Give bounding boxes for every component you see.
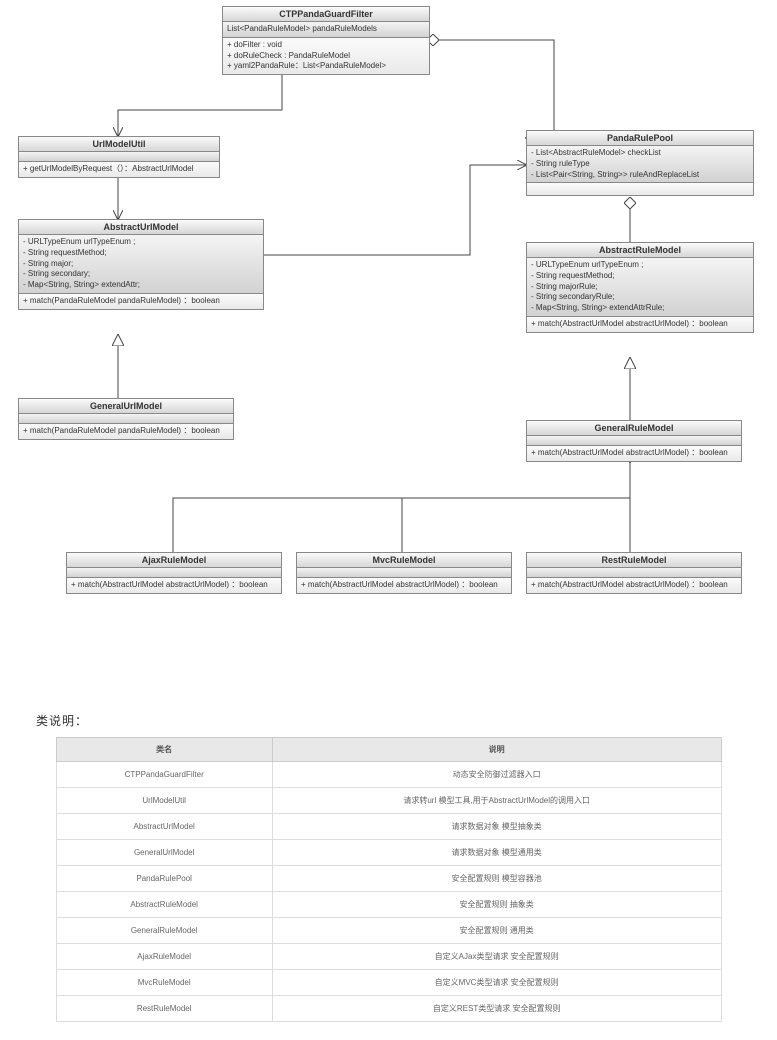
cell-classname: CTPPandaGuardFilter xyxy=(56,762,272,788)
table-row: PandaRulePool安全配置规则 模型容器池 xyxy=(56,866,721,892)
attr: - Map<String, String> extendAttr; xyxy=(23,280,259,291)
class-title: AbstractUrlModel xyxy=(19,220,263,235)
op: + match(AbstractUrlModel abstractUrlMode… xyxy=(71,580,277,591)
class-title: CTPPandaGuardFilter xyxy=(223,7,429,22)
table-row: RestRuleModel自定义REST类型请求 安全配置规则 xyxy=(56,996,721,1022)
op: + match(PandaRuleModel pandaRuleModel) ：… xyxy=(23,296,259,307)
table-row: AbstractUrlModel请求数据对象 模型抽象类 xyxy=(56,814,721,840)
cell-desc: 动态安全防御过滤器入口 xyxy=(272,762,721,788)
cell-classname: GeneralUrlModel xyxy=(56,840,272,866)
op: + doRuleCheck : PandaRuleModel xyxy=(227,51,425,62)
class-title: UrlModelUtil xyxy=(19,137,219,152)
cell-classname: AbstractRuleModel xyxy=(56,892,272,918)
class-mvcrulemodel: MvcRuleModel + match(AbstractUrlModel ab… xyxy=(296,552,512,594)
table-row: CTPPandaGuardFilter动态安全防御过滤器入口 xyxy=(56,762,721,788)
class-abstracturlmodel: AbstractUrlModel - URLTypeEnum urlTypeEn… xyxy=(18,219,264,310)
table-row: MvcRuleModel自定义MVC类型请求 安全配置规则 xyxy=(56,970,721,996)
attr: - String majorRule; xyxy=(531,282,749,293)
cell-classname: MvcRuleModel xyxy=(56,970,272,996)
class-ajaxrulemodel: AjaxRuleModel + match(AbstractUrlModel a… xyxy=(66,552,282,594)
class-title: PandaRulePool xyxy=(527,131,753,146)
attr: - String requestMethod; xyxy=(531,271,749,282)
op: + getUrlModelByRequest（）：AbstractUrlMode… xyxy=(23,164,215,175)
cell-classname: AbstractUrlModel xyxy=(56,814,272,840)
table-header: 说明 xyxy=(272,738,721,762)
class-title: GeneralRuleModel xyxy=(527,421,741,436)
class-generalurlmodel: GeneralUrlModel + match(PandaRuleModel p… xyxy=(18,398,234,440)
attr: - String secondaryRule; xyxy=(531,292,749,303)
op: + doFilter : void xyxy=(227,40,425,51)
table-row: GeneralUrlModel请求数据对象 模型通用类 xyxy=(56,840,721,866)
class-title: AjaxRuleModel xyxy=(67,553,281,568)
op: + match(PandaRuleModel pandaRuleModel) ：… xyxy=(23,426,229,437)
attr: - String secondary; xyxy=(23,269,259,280)
table-row: UrlModelUtil请求转url 模型工具,用于AbstractUrlMod… xyxy=(56,788,721,814)
cell-desc: 请求转url 模型工具,用于AbstractUrlModel的调用入口 xyxy=(272,788,721,814)
attr: - String requestMethod; xyxy=(23,248,259,259)
op: + match(AbstractUrlModel abstractUrlMode… xyxy=(531,580,737,591)
cell-desc: 自定义REST类型请求 安全配置规则 xyxy=(272,996,721,1022)
table-title: 类说明： xyxy=(36,712,777,729)
cell-desc: 请求数据对象 模型抽象类 xyxy=(272,814,721,840)
cell-desc: 请求数据对象 模型通用类 xyxy=(272,840,721,866)
cell-classname: PandaRulePool xyxy=(56,866,272,892)
attr: - Map<String, String> extendAttrRule; xyxy=(531,303,749,314)
attr: - List<AbstractRuleModel> checkList xyxy=(531,148,749,159)
cell-desc: 自定义AJax类型请求 安全配置规则 xyxy=(272,944,721,970)
class-restrulemodel: RestRuleModel + match(AbstractUrlModel a… xyxy=(526,552,742,594)
class-pandarulepool: PandaRulePool - List<AbstractRuleModel> … xyxy=(526,130,754,196)
class-abstractrulemodel: AbstractRuleModel - URLTypeEnum urlTypeE… xyxy=(526,242,754,333)
cell-classname: UrlModelUtil xyxy=(56,788,272,814)
uml-canvas: CTPPandaGuardFilter List<PandaRuleModel>… xyxy=(0,0,777,698)
cell-desc: 自定义MVC类型请求 安全配置规则 xyxy=(272,970,721,996)
attr: - List<Pair<String, String>> ruleAndRepl… xyxy=(531,170,749,181)
op: + match(AbstractUrlModel abstractUrlMode… xyxy=(531,319,749,330)
table-row: GeneralRuleModel安全配置规则 通用类 xyxy=(56,918,721,944)
cell-desc: 安全配置规则 模型容器池 xyxy=(272,866,721,892)
attr: - URLTypeEnum urlTypeEnum ; xyxy=(531,260,749,271)
class-ctppandaguardfilter: CTPPandaGuardFilter List<PandaRuleModel>… xyxy=(222,6,430,75)
class-generalrulemodel: GeneralRuleModel + match(AbstractUrlMode… xyxy=(526,420,742,462)
table-row: AbstractRuleModel安全配置规则 抽象类 xyxy=(56,892,721,918)
table-row: AjaxRuleModel自定义AJax类型请求 安全配置规则 xyxy=(56,944,721,970)
class-title: AbstractRuleModel xyxy=(527,243,753,258)
class-title: RestRuleModel xyxy=(527,553,741,568)
attr: - String ruleType xyxy=(531,159,749,170)
attr: - String major; xyxy=(23,259,259,270)
class-description-table: 类名 说明 CTPPandaGuardFilter动态安全防御过滤器入口UrlM… xyxy=(56,737,722,1022)
class-urlmodelutil: UrlModelUtil + getUrlModelByRequest（）：Ab… xyxy=(18,136,220,178)
class-title: GeneralUrlModel xyxy=(19,399,233,414)
attr: List<PandaRuleModel> pandaRuleModels xyxy=(227,24,425,35)
class-title: MvcRuleModel xyxy=(297,553,511,568)
op: + match(AbstractUrlModel abstractUrlMode… xyxy=(531,448,737,459)
cell-classname: RestRuleModel xyxy=(56,996,272,1022)
cell-classname: AjaxRuleModel xyxy=(56,944,272,970)
op: + match(AbstractUrlModel abstractUrlMode… xyxy=(301,580,507,591)
cell-desc: 安全配置规则 抽象类 xyxy=(272,892,721,918)
op: + yaml2PandaRule：List<PandaRuleModel> xyxy=(227,61,425,72)
table-header: 类名 xyxy=(56,738,272,762)
cell-desc: 安全配置规则 通用类 xyxy=(272,918,721,944)
attr: - URLTypeEnum urlTypeEnum ; xyxy=(23,237,259,248)
cell-classname: GeneralRuleModel xyxy=(56,918,272,944)
